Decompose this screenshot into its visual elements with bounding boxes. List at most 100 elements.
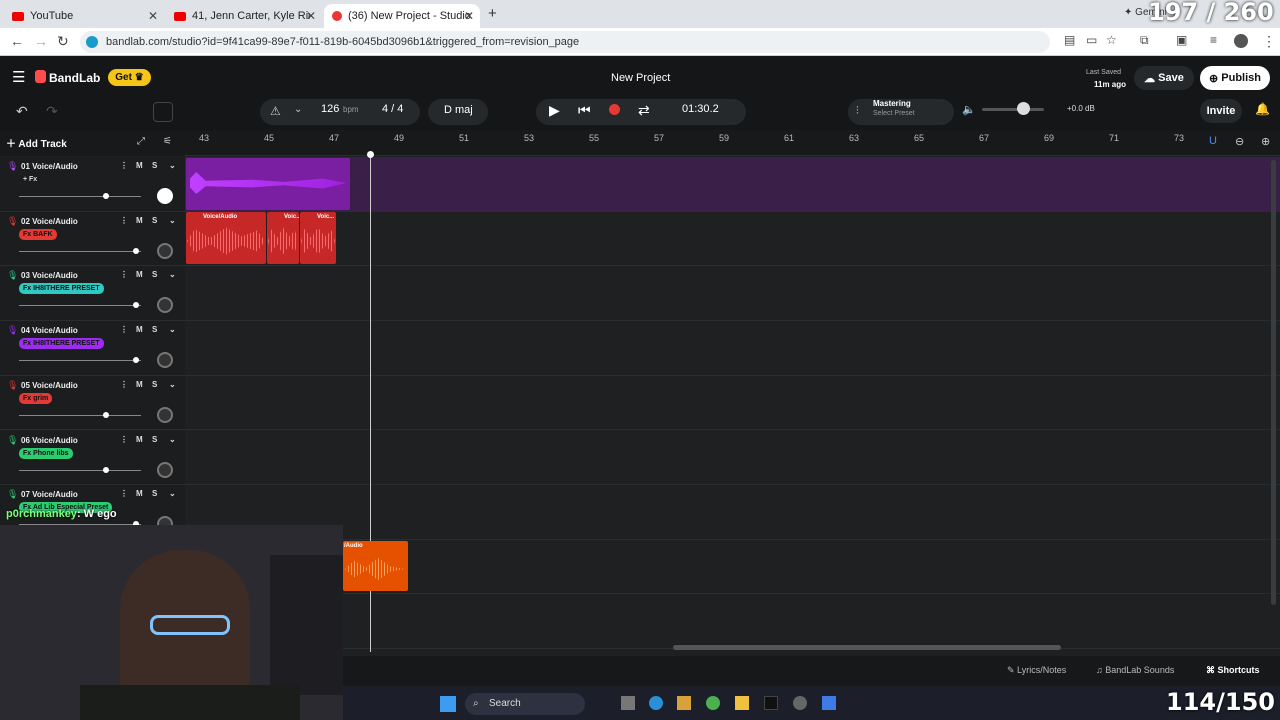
file-explorer-icon[interactable] <box>735 696 749 710</box>
loop-icon[interactable]: ⇄ <box>638 102 650 119</box>
tab-bandlab-studio[interactable]: (36) New Project - Studio ✕ <box>324 4 480 28</box>
profile-avatar[interactable] <box>1234 34 1248 48</box>
browser-menu-icon[interactable]: ⋮ <box>1262 33 1276 50</box>
solo-button[interactable]: S <box>152 380 157 389</box>
chevron-down-icon[interactable]: ⌄ <box>169 325 176 334</box>
play-icon[interactable]: ▶ <box>549 102 560 119</box>
bandlab-sounds-button[interactable]: ♫ BandLab Sounds <box>1096 665 1174 675</box>
chevron-down-icon[interactable]: ⌄ <box>169 435 176 444</box>
track-lane[interactable] <box>185 211 1280 267</box>
track-header[interactable]: 🎙 03 Voice/Audio ⋮ M S ⌄ Fx IH8ITHERE PRESET <box>0 266 185 321</box>
app-icon[interactable] <box>793 696 807 710</box>
track-volume-slider[interactable] <box>19 414 141 416</box>
track-volume-handle[interactable] <box>133 247 139 254</box>
audio-clip-track2[interactable]: Voic... <box>300 212 336 264</box>
save-button[interactable]: ☁ Save <box>1134 66 1194 90</box>
master-volume-slider[interactable] <box>982 108 1044 111</box>
invite-button[interactable]: Invite <box>1200 99 1242 123</box>
track-name[interactable]: 01 Voice/Audio <box>21 162 78 171</box>
playhead-handle[interactable] <box>367 151 374 158</box>
track-header[interactable]: 🎙 01 Voice/Audio ⋮ M S ⌄ + Fx <box>0 157 185 212</box>
tab-youtube-video[interactable]: 41, Jenn Carter, Kyle Richh, Tata ✕ <box>166 4 322 28</box>
track-options-icon[interactable]: ⋮ <box>120 161 128 170</box>
forward-arrow-icon[interactable]: → <box>34 33 48 49</box>
metronome-icon[interactable]: ⚠ <box>270 104 281 118</box>
reader-icon[interactable]: ▤ <box>1064 33 1075 47</box>
tab-youtube[interactable]: YouTube ✕ <box>4 4 164 28</box>
snap-magnet-icon[interactable]: U <box>1209 135 1217 147</box>
get-membership-button[interactable]: Get ♛ <box>108 69 151 86</box>
track-fx-badge[interactable]: Fx IH8ITHERE PRESET <box>19 283 104 295</box>
track-volume-slider[interactable] <box>19 305 141 307</box>
track-options-icon[interactable]: ⋮ <box>120 270 128 279</box>
close-tab-icon[interactable]: ✕ <box>148 9 158 23</box>
track-lane[interactable] <box>185 266 1280 321</box>
track-name[interactable]: 05 Voice/Audio <box>21 381 78 390</box>
redo-icon[interactable]: ↷ <box>46 103 58 120</box>
track-pan-knob[interactable] <box>157 406 173 423</box>
chevron-down-icon[interactable]: ⌄ <box>294 104 302 115</box>
track-name[interactable]: 06 Voice/Audio <box>21 436 78 445</box>
metronome-toggle[interactable] <box>153 102 173 122</box>
reload-icon[interactable]: ↻ <box>57 33 69 50</box>
mute-button[interactable]: M <box>136 380 143 389</box>
vertical-scrollbar[interactable] <box>1271 160 1276 605</box>
tiktok-icon[interactable] <box>764 696 778 710</box>
track-lane[interactable] <box>185 321 1280 376</box>
store-icon[interactable] <box>677 696 691 710</box>
mute-button[interactable]: M <box>136 489 143 498</box>
track-fx-badge[interactable]: + Fx <box>19 174 41 185</box>
automation-icon[interactable]: ⤢ <box>137 136 145 147</box>
track-name[interactable]: 02 Voice/Audio <box>21 217 78 226</box>
speaker-icon[interactable]: 🔈 <box>962 103 976 116</box>
track-options-icon[interactable]: ⋮ <box>120 380 128 389</box>
site-info-icon[interactable] <box>86 36 98 48</box>
media-icon[interactable]: ▣ <box>1176 33 1187 47</box>
track-fx-badge[interactable]: Fx Phone libs <box>19 447 73 459</box>
track-pan-knob[interactable] <box>157 461 173 478</box>
track-pan-knob[interactable] <box>157 188 173 204</box>
solo-button[interactable]: S <box>152 325 157 334</box>
app-icon[interactable] <box>822 696 836 710</box>
publish-button[interactable]: ⊕ Publish <box>1200 66 1270 90</box>
record-icon[interactable] <box>609 104 620 115</box>
task-view-icon[interactable] <box>621 696 635 710</box>
track-pan-knob[interactable] <box>157 352 173 369</box>
audio-clip-orange[interactable]: /Audio <box>343 541 408 591</box>
undo-icon[interactable]: ↶ <box>16 103 28 120</box>
track-options-icon[interactable]: ⋮ <box>120 325 128 334</box>
project-title[interactable]: New Project <box>611 72 670 84</box>
chevron-down-icon[interactable]: ⌄ <box>169 270 176 279</box>
notifications-bell-icon[interactable]: 🔔 <box>1255 102 1270 116</box>
track-lane[interactable] <box>185 594 1280 650</box>
track-name[interactable]: 07 Voice/Audio <box>21 490 78 499</box>
add-track-button[interactable]: ＋ Add Track <box>6 135 67 150</box>
extensions-icon[interactable]: ⧉ <box>1140 33 1149 48</box>
track-lane[interactable] <box>185 485 1280 540</box>
lyrics-notes-button[interactable]: ✎ Lyrics/Notes <box>1007 665 1066 676</box>
track-header[interactable]: 🎙 05 Voice/Audio ⋮ M S ⌄ Fx grim <box>0 375 185 431</box>
zoom-in-icon[interactable]: ⊕ <box>1261 135 1270 148</box>
zoom-out-icon[interactable]: ⊖ <box>1235 135 1244 148</box>
audio-clip-track1[interactable] <box>186 158 350 210</box>
track-header[interactable]: 🎙 02 Voice/Audio ⋮ M S ⌄ Fx BAFK <box>0 211 185 267</box>
mute-button[interactable]: M <box>136 270 143 279</box>
bpm-value[interactable]: 126 <box>321 103 339 115</box>
track-volume-slider[interactable] <box>19 469 141 471</box>
close-tab-icon[interactable]: ✕ <box>306 9 316 23</box>
chrome-icon[interactable] <box>706 696 720 710</box>
track-settings-icon[interactable]: ⚟ <box>163 136 172 147</box>
mute-button[interactable]: M <box>136 325 143 334</box>
bookmark-star-icon[interactable]: ☆ <box>1106 33 1117 47</box>
close-tab-icon[interactable]: ✕ <box>464 9 474 23</box>
master-volume-handle[interactable] <box>1017 102 1030 115</box>
chevron-down-icon[interactable]: ⌄ <box>169 216 176 225</box>
track-options-icon[interactable]: ⋮ <box>120 435 128 444</box>
windows-start-icon[interactable] <box>440 696 456 712</box>
chevron-down-icon[interactable]: ⌄ <box>169 380 176 389</box>
mute-button[interactable]: M <box>136 216 143 225</box>
url-bar[interactable]: bandlab.com/studio?id=9f41ca99-89e7-f011… <box>80 31 1050 53</box>
timeline-ruler[interactable]: 43 45 47 49 51 53 55 57 59 61 63 65 67 6… <box>185 130 1280 156</box>
shortcuts-button[interactable]: ⌘ Shortcuts <box>1206 665 1260 676</box>
solo-button[interactable]: S <box>152 161 157 170</box>
